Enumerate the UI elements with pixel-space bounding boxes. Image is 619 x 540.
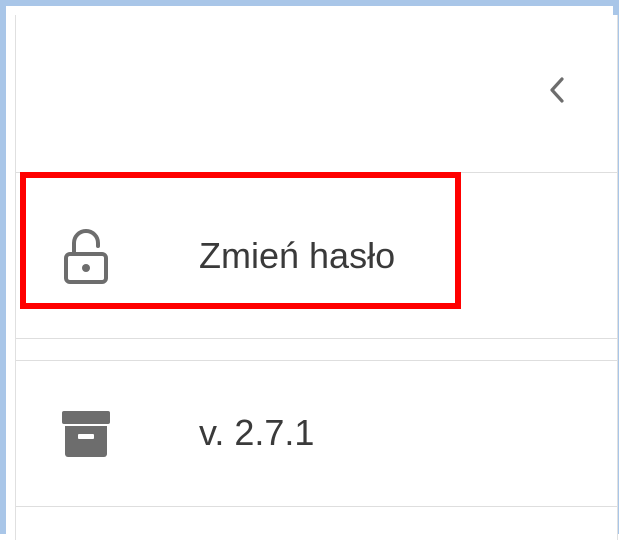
side-menu-panel: Zmień hasło v. 2.7.1 — [15, 15, 618, 540]
lock-open-icon — [58, 229, 114, 285]
archive-box-icon — [58, 405, 114, 461]
menu-header — [16, 15, 617, 173]
chevron-left-icon — [550, 77, 564, 103]
menu-item-change-password[interactable]: Zmień hasło — [16, 174, 617, 339]
menu-divider — [16, 339, 617, 361]
menu-item-version: v. 2.7.1 — [16, 361, 617, 507]
collapse-menu-button[interactable] — [537, 70, 577, 110]
change-password-label: Zmień hasło — [199, 235, 396, 276]
version-label: v. 2.7.1 — [199, 412, 315, 453]
window-frame: Zmień hasło v. 2.7.1 — [0, 0, 619, 540]
